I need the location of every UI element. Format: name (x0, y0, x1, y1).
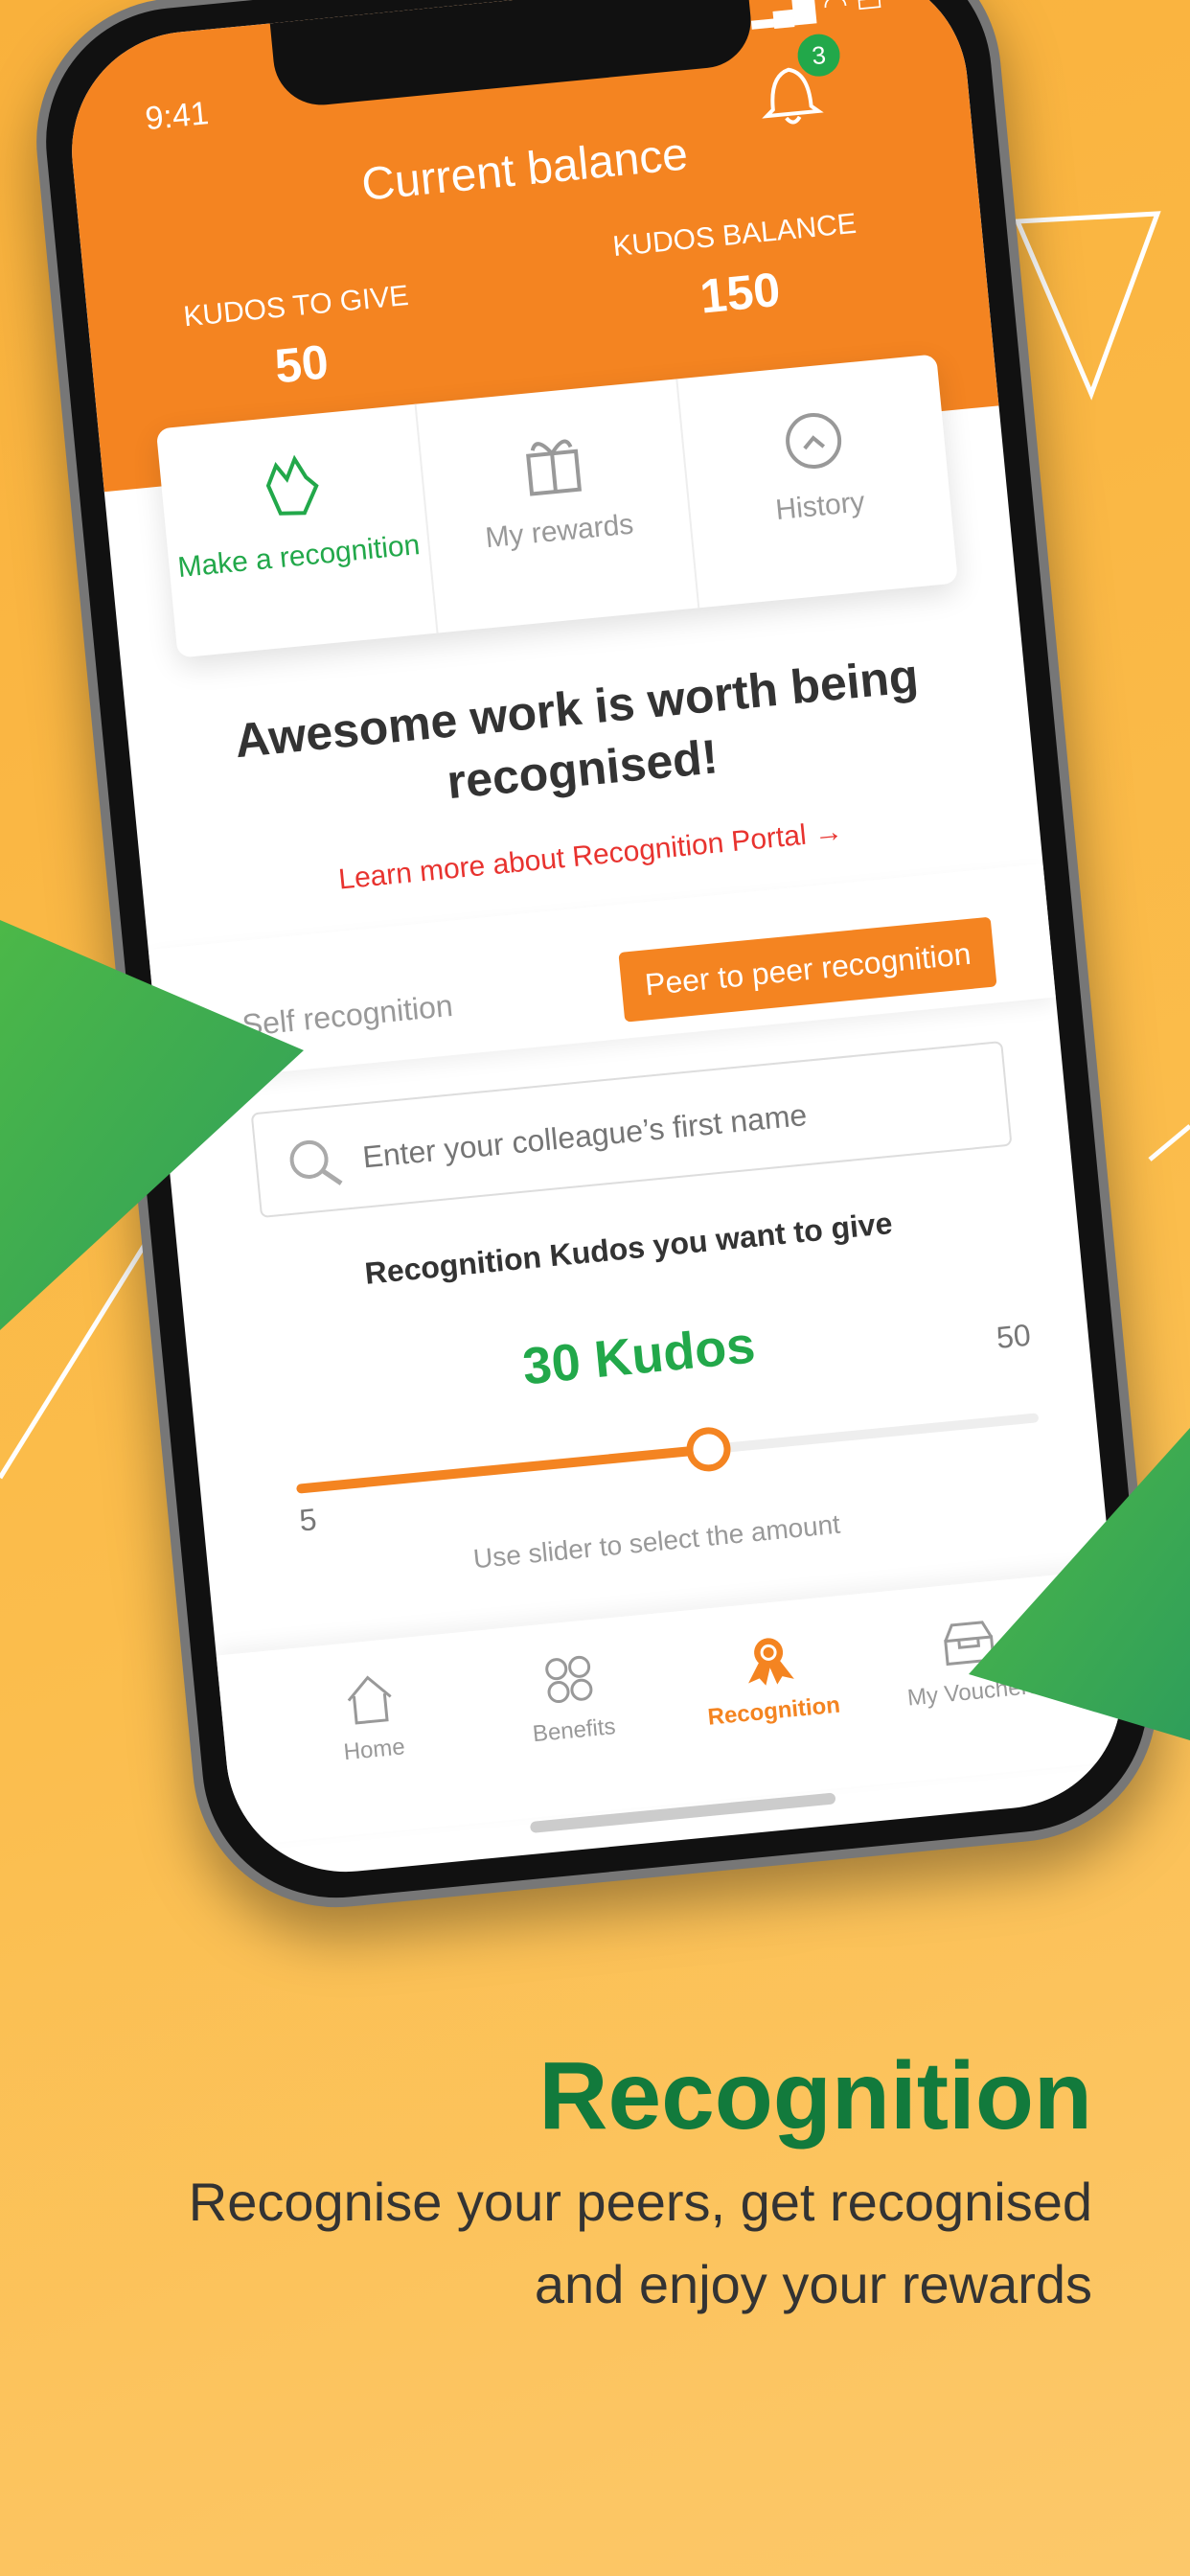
nav-my-vouchers[interactable]: My Vouchers (863, 1574, 1082, 1783)
promo-subtitle-line: Recognise your peers, get recognised (188, 2172, 1092, 2232)
slider-max: 50 (995, 1317, 1033, 1355)
nav-label: My Vouchers (905, 1672, 1041, 1712)
tab-label: History (773, 486, 867, 527)
search-icon (289, 1139, 343, 1185)
tab-my-rewards[interactable]: My rewards (416, 379, 699, 633)
nav-label: Benefits (531, 1714, 617, 1748)
nav-home[interactable]: Home (264, 1632, 483, 1842)
tab-make-recognition[interactable]: Make a recognition (155, 403, 439, 658)
kudos-to-give: KUDOS TO GIVE 50 (182, 280, 417, 402)
self-recognition-button[interactable]: Self recognition (240, 988, 454, 1044)
nav-recognition[interactable]: Recognition (664, 1594, 882, 1804)
status-time: 9:41 (143, 95, 211, 138)
signal-wifi-battery-icon: ▂▄▆ ◠ ▭ (748, 0, 884, 30)
home-icon (347, 1675, 392, 1725)
nav-label: Home (342, 1734, 406, 1766)
peer-recognition-button[interactable]: Peer to peer recognition (618, 916, 997, 1023)
clapping-hands-icon (265, 454, 319, 516)
history-icon (786, 412, 842, 469)
nav-label: Recognition (706, 1691, 842, 1731)
slider-thumb[interactable] (684, 1425, 733, 1474)
tab-label: My rewards (484, 508, 635, 555)
gift-icon (526, 439, 583, 496)
bottom-nav: Home Benefits Recognition My Vouchers (216, 1569, 1130, 1847)
tab-label: Make a recognition (176, 529, 422, 585)
promo-subtitle-line: and enjoy your rewards (534, 2254, 1092, 2314)
kudos-to-give-value: 50 (272, 334, 332, 394)
kudos-slider[interactable] (295, 1413, 1040, 1494)
award-icon (747, 1638, 794, 1686)
promo-title: Recognition (538, 2042, 1092, 2150)
tab-history[interactable]: History (677, 354, 958, 608)
colleague-search (250, 1041, 1013, 1219)
vouchers-icon (944, 1621, 995, 1667)
kudos-to-give-label: KUDOS TO GIVE (182, 279, 410, 334)
app-screen: 9:41 ▂▄▆ ◠ ▭ 3 Current balance KUDOS TO … (60, 0, 1133, 1883)
kudos-amount-value: 30 Kudos (519, 1316, 758, 1396)
benefits-icon (545, 1655, 593, 1704)
kudos-balance-label: KUDOS BALANCE (611, 207, 858, 264)
kudos-balance-value: 150 (698, 262, 783, 324)
colleague-search-input[interactable] (359, 1072, 901, 1191)
slider-fill (295, 1444, 710, 1494)
promo-subtitle: Recognise your peers, get recognised and … (38, 2161, 1092, 2326)
phone-mockup: 9:41 ▂▄▆ ◠ ▭ 3 Current balance KUDOS TO … (23, 0, 1171, 1920)
kudos-balance: KUDOS BALANCE 150 (611, 208, 864, 333)
slider-min: 5 (297, 1502, 319, 1538)
nav-benefits[interactable]: Benefits (464, 1613, 682, 1823)
